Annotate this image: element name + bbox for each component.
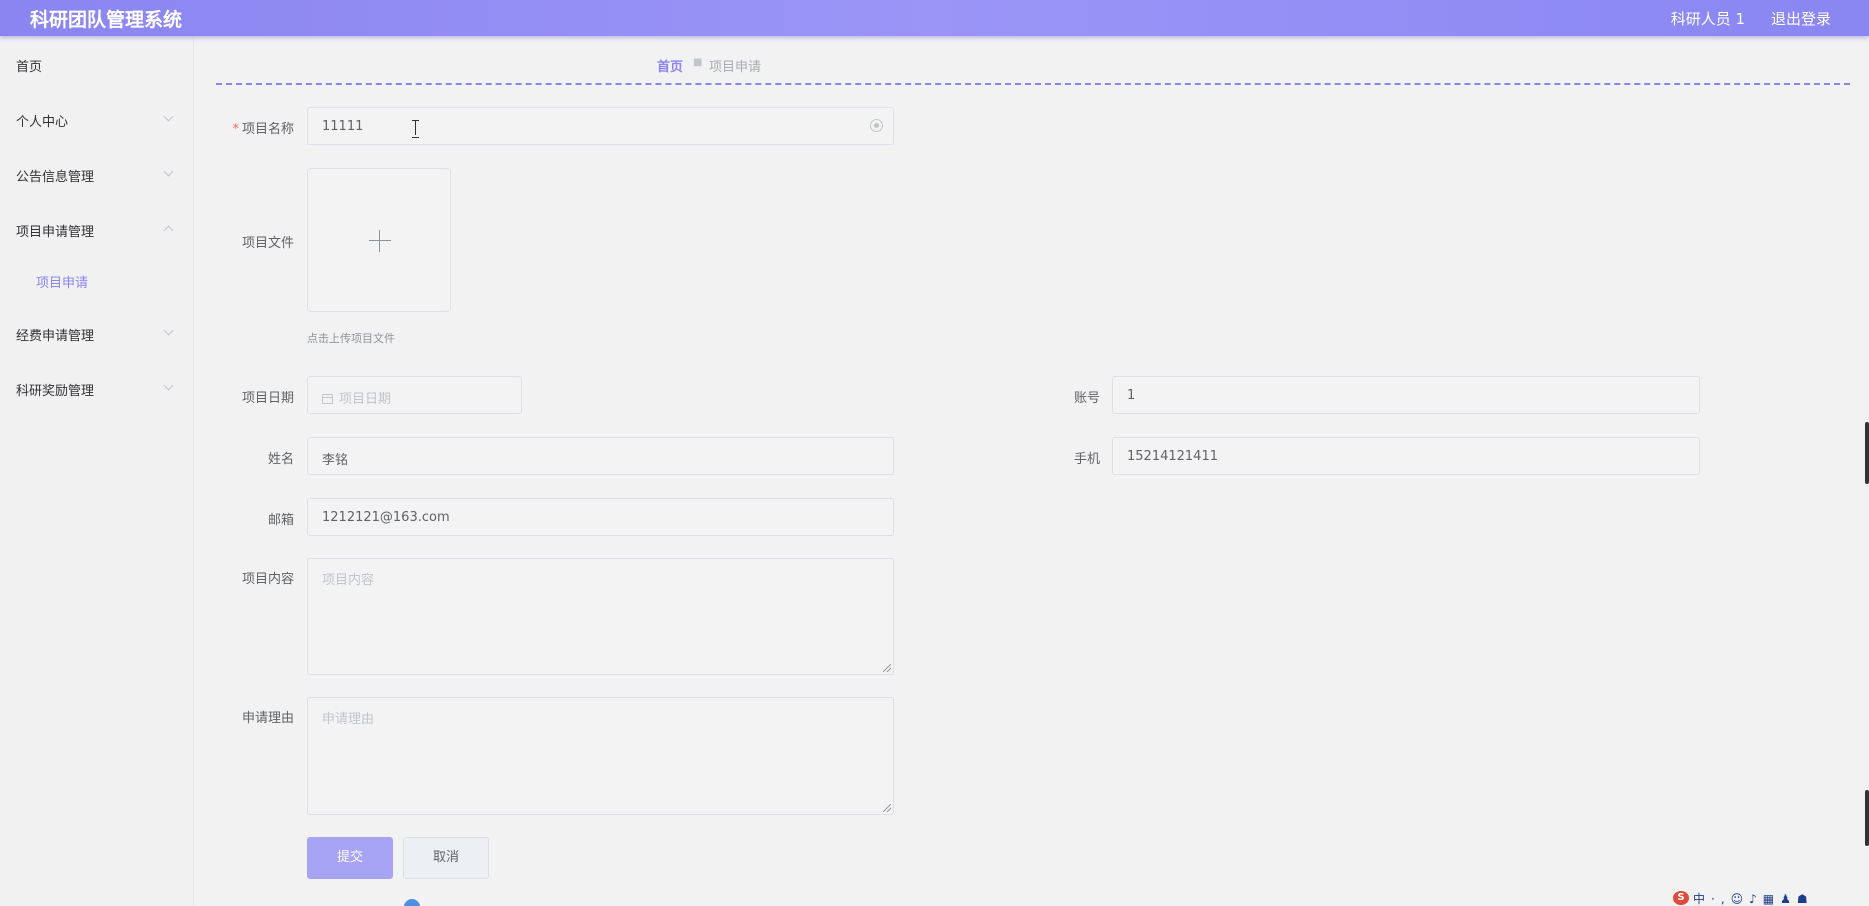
phone-value: 15214121411 (1127, 449, 1218, 464)
project-file-label: 项目文件 (241, 236, 294, 251)
project-name-value: 11111 (322, 119, 364, 134)
ime-logo-icon: S (1673, 891, 1689, 905)
text-cursor-icon (412, 120, 420, 138)
resize-handle[interactable] (883, 664, 891, 672)
scrollbar-thumb-secondary[interactable] (1865, 790, 1869, 846)
project-date-label: 项目日期 (241, 391, 294, 406)
name-value: 李铭 (322, 453, 349, 468)
sidebar-item-research-award[interactable]: 科研奖励管理 (0, 368, 194, 408)
project-content-textarea[interactable]: 项目内容 (307, 558, 894, 675)
reason-textarea[interactable]: 申请理由 (307, 697, 894, 815)
app-title: 科研团队管理系统 (30, 9, 183, 31)
project-name-input[interactable]: 11111 (307, 107, 894, 145)
plus-icon (369, 240, 391, 241)
breadcrumb-home[interactable]: 首页 (657, 56, 683, 75)
sidebar-item-home[interactable]: 首页 (0, 44, 194, 84)
ime-toolbar[interactable]: S 中·,☺♪▦♟☗ (1673, 890, 1869, 906)
sidebar-subitem-label: 项目申请 (36, 276, 89, 291)
account-label: 账号 (1073, 391, 1100, 406)
sidebar: 首页 个人中心 公告信息管理 项目申请管理 项目申请 经费申请管理 科研奖励管理 (0, 36, 194, 906)
breadcrumb-separator: ■ (693, 57, 703, 68)
project-content-label: 项目内容 (241, 572, 294, 587)
sidebar-item-announcement[interactable]: 公告信息管理 (0, 154, 194, 194)
sidebar-item-funding[interactable]: 经费申请管理 (0, 313, 194, 353)
name-input[interactable]: 李铭 (307, 437, 894, 475)
submit-button[interactable]: 提交 (307, 837, 393, 879)
chevron-down-icon (163, 111, 174, 122)
project-date-placeholder: 项目日期 (339, 392, 392, 407)
reason-placeholder: 申请理由 (322, 712, 375, 727)
divider (216, 83, 1850, 85)
sidebar-item-label: 公告信息管理 (16, 170, 95, 185)
logout-button[interactable]: 退出登录 (1771, 8, 1831, 29)
top-header: 科研团队管理系统 科研人员 1 退出登录 (0, 0, 1869, 36)
required-mark: * (232, 122, 239, 137)
sidebar-subitem-project-apply[interactable]: 项目申请 (0, 262, 194, 298)
calendar-icon (322, 394, 333, 404)
sidebar-item-label: 项目申请管理 (16, 225, 95, 240)
reason-label: 申请理由 (241, 711, 294, 726)
chevron-up-icon (163, 225, 174, 236)
breadcrumb-current: 项目申请 (709, 60, 762, 75)
project-date-picker[interactable]: 项目日期 (307, 376, 522, 414)
resize-handle[interactable] (883, 804, 891, 812)
project-name-label: * 项目名称 (232, 122, 294, 137)
scrollbar-thumb[interactable] (1865, 422, 1869, 484)
chevron-down-icon (163, 325, 174, 336)
sidebar-item-label: 科研奖励管理 (16, 384, 95, 399)
sidebar-item-label: 首页 (16, 60, 43, 75)
sidebar-item-project-application[interactable]: 项目申请管理 (0, 209, 194, 249)
breadcrumb: 首页 ■ 项目申请 (194, 36, 1869, 84)
sidebar-item-label: 经费申请管理 (16, 329, 95, 344)
chevron-down-icon (163, 166, 174, 177)
sidebar-item-personal-center[interactable]: 个人中心 (0, 99, 194, 139)
project-content-placeholder: 项目内容 (322, 573, 375, 588)
ime-status: 中·,☺♪▦♟☗ (1693, 892, 1814, 906)
phone-label: 手机 (1073, 452, 1100, 467)
clear-icon[interactable] (870, 119, 883, 132)
name-label: 姓名 (267, 452, 294, 467)
upload-tip: 点击上传项目文件 (307, 332, 395, 345)
chevron-down-icon (163, 380, 174, 391)
cancel-button[interactable]: 取消 (403, 837, 489, 879)
email-input[interactable]: 1212121@163.com (307, 498, 894, 536)
account-value: 1 (1127, 388, 1136, 403)
phone-input[interactable]: 15214121411 (1112, 437, 1700, 475)
file-uploader[interactable] (307, 168, 451, 312)
account-input[interactable]: 1 (1112, 376, 1700, 414)
sidebar-item-label: 个人中心 (16, 115, 69, 130)
email-label: 邮箱 (267, 513, 294, 528)
email-value: 1212121@163.com (322, 510, 450, 525)
current-user: 科研人员 1 (1670, 10, 1745, 28)
